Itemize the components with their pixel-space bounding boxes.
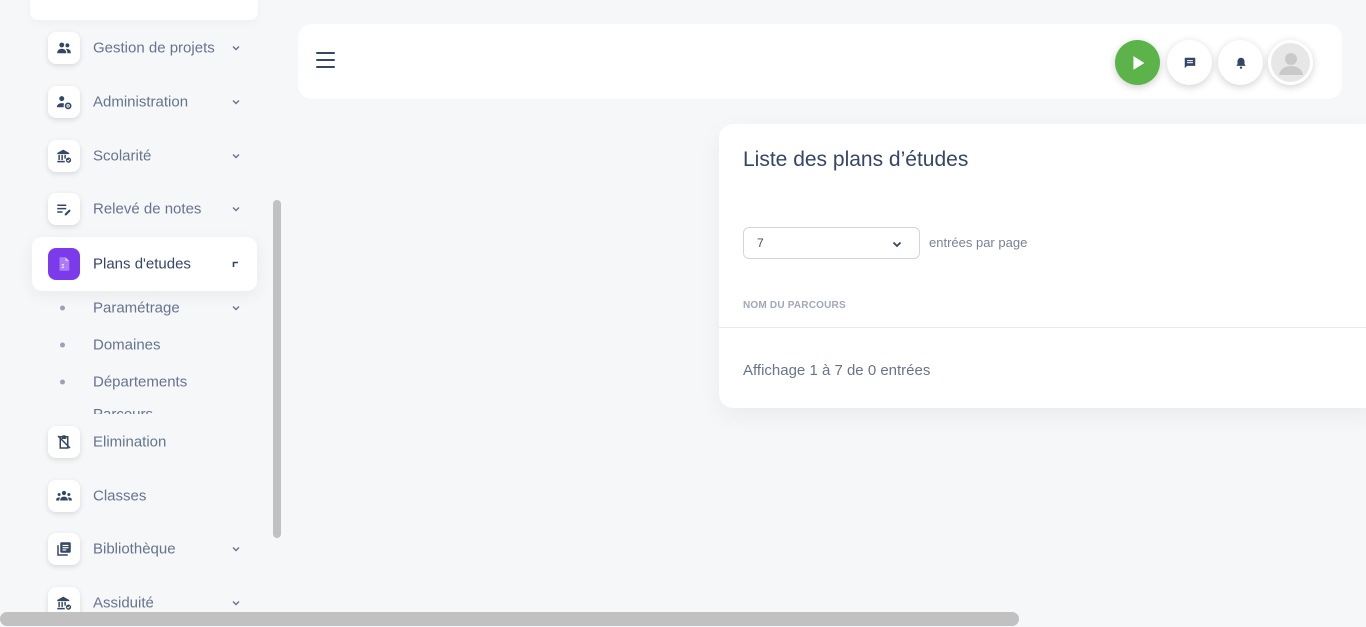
table-divider (719, 327, 1366, 328)
edit-list-icon (48, 193, 80, 225)
sidebar-subitem-label: Paramétrage (93, 299, 180, 317)
chevron-down-icon (232, 601, 240, 606)
sidebar-item-label: Bibliothèque (93, 540, 176, 558)
bullet-icon (60, 342, 65, 348)
sidebar-item-label: Assiduité (93, 594, 154, 612)
sidebar-item-label: Gestion de projets (93, 39, 215, 57)
entries-per-page-select[interactable]: 7 (743, 227, 920, 259)
chevron-up-icon (232, 261, 238, 267)
play-icon (1132, 55, 1144, 70)
table-header-nom-du-parcours[interactable]: NOM DU PARCOURS (743, 300, 846, 311)
chevron-down-icon (232, 154, 240, 159)
entries-per-page-label: entrées par page (929, 235, 1028, 250)
clipboard-off-icon (48, 426, 80, 458)
sidebar-item-releve-de-notes[interactable]: Relevé de notes (32, 182, 257, 236)
sidebar-subitem-label: Parcours (93, 406, 153, 414)
sidebar-subitem-parcours[interactable]: Parcours (93, 406, 213, 414)
table-info: Affichage 1 à 7 de 0 entrées (743, 362, 931, 379)
chevron-down-icon (232, 207, 240, 212)
entries-per-page-value: 7 (757, 236, 764, 250)
sidebar-item-label: Classes (93, 487, 147, 505)
chat-icon (1184, 57, 1195, 68)
library-icon (48, 533, 80, 565)
sidebar-item-bibliotheque[interactable]: Bibliothèque (32, 522, 257, 576)
messages-button[interactable] (1167, 40, 1212, 85)
chevron-down-icon (232, 306, 240, 311)
user-avatar-icon (1278, 52, 1303, 75)
horizontal-scrollbar[interactable] (0, 612, 1019, 626)
sidebar-subitem-departements[interactable]: Départements (32, 367, 257, 397)
chevron-down-icon (892, 241, 902, 248)
bullet-icon (60, 305, 65, 311)
sidebar-item-label: Elimination (93, 433, 167, 451)
bell-icon (1235, 57, 1246, 69)
sidebar-subitem-domaines[interactable]: Domaines (32, 330, 257, 360)
notifications-button[interactable] (1218, 40, 1263, 85)
chevron-down-icon (232, 100, 240, 105)
sidebar-subitem-parametrage[interactable]: Paramétrage (32, 293, 257, 323)
users-icon (48, 32, 80, 64)
sidebar-item-classes[interactable]: Classes (32, 469, 257, 523)
sidebar-item-elimination[interactable]: Elimination (32, 415, 257, 469)
chevron-down-icon (232, 547, 240, 552)
document-icon (48, 248, 80, 280)
sidebar-item-gestion-de-projets[interactable]: Gestion de projets (32, 21, 257, 75)
plans-list-card: Liste des plans d’études 7 entrées par p… (719, 124, 1366, 408)
sidebar-item-scolarite[interactable]: Scolarité (32, 129, 257, 183)
chevron-down-icon (232, 46, 240, 51)
sidebar-subitem-label: Domaines (93, 336, 161, 354)
sidebar: Gestion de projets Administration Scolar… (0, 0, 270, 627)
sidebar-item-label: Relevé de notes (93, 200, 202, 218)
sidebar-item-administration[interactable]: Administration (32, 75, 257, 129)
sidebar-item-plans-d-etudes[interactable]: Plans d'etudes (32, 237, 257, 291)
group-icon (48, 480, 80, 512)
sidebar-item-label: Scolarité (93, 147, 152, 165)
page-title: Liste des plans d’études (743, 148, 969, 171)
sidebar-subitem-label: Départements (93, 373, 188, 391)
sidebar-item-partial[interactable] (30, 0, 258, 20)
menu-icon[interactable] (316, 52, 336, 72)
bullet-icon (60, 379, 65, 385)
top-navbar (298, 24, 1342, 99)
avatar[interactable] (1268, 40, 1313, 85)
play-button[interactable] (1115, 40, 1160, 85)
sidebar-item-label: Administration (93, 93, 189, 111)
sidebar-item-label: Plans d'etudes (93, 255, 191, 273)
user-cog-icon (48, 86, 80, 118)
institution-icon (48, 140, 80, 172)
sidebar-vertical-scrollbar[interactable] (273, 200, 281, 538)
